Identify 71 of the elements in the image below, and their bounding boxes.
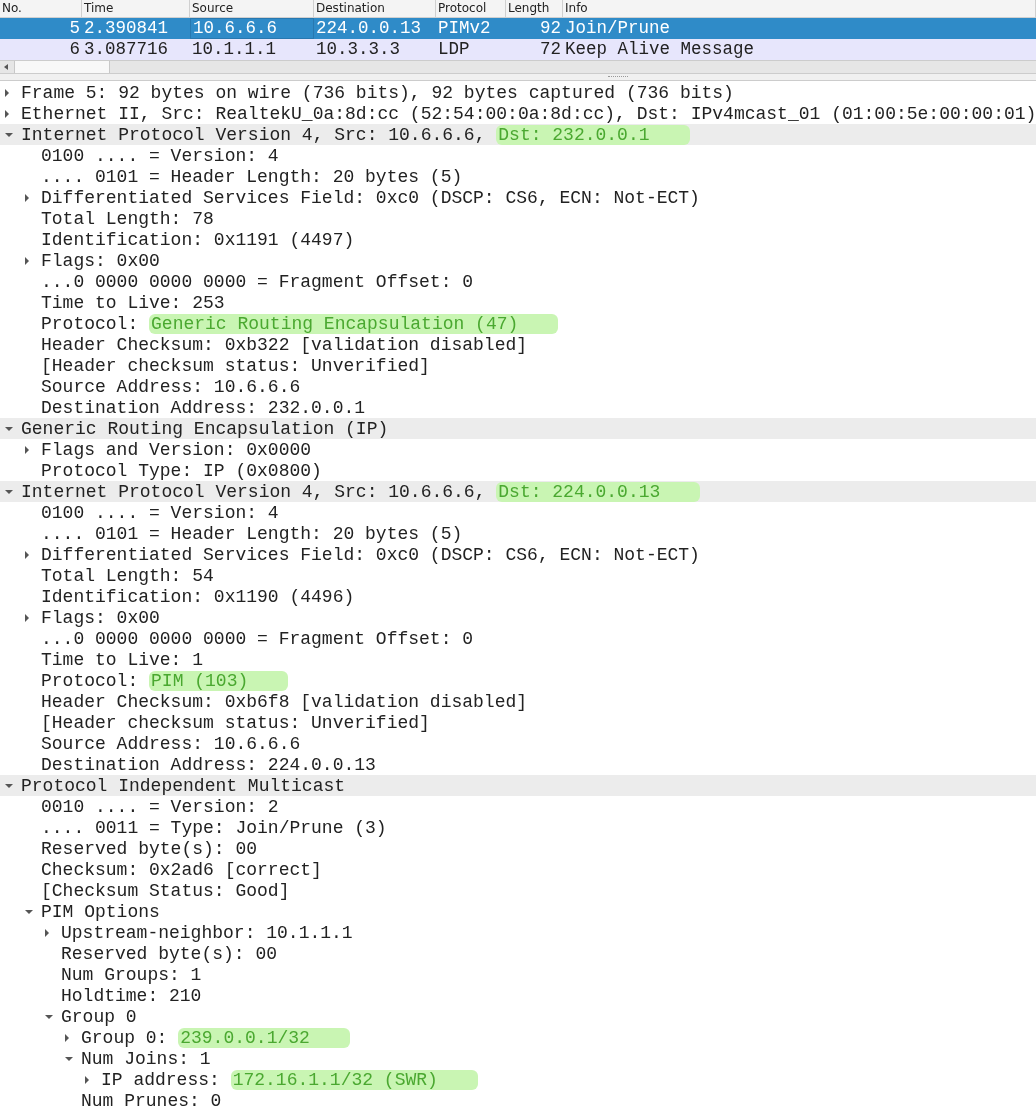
tree-item[interactable]: Differentiated Services Field: 0xc0 (DSCP: CS6, ECN: Not-ECT) [41, 544, 700, 565]
column-header[interactable]: Time [82, 0, 190, 17]
column-header[interactable]: Length [506, 0, 563, 17]
tree-item[interactable]: Source Address: 10.6.6.6 [41, 733, 301, 754]
tree-item[interactable]: 0100 .... = Version: 4 [41, 502, 279, 523]
table-cell-text: 224.0.0.13 [315, 18, 423, 39]
tree-item[interactable]: PIM Options [41, 901, 160, 922]
tree-item[interactable]: ...0 0000 0000 0000 = Fragment Offset: 0 [41, 628, 474, 649]
column-header[interactable]: Info [563, 0, 1036, 17]
scrollbar-thumb[interactable] [14, 61, 110, 73]
table-cell-text: 6 [68, 39, 81, 60]
table-cell-text: 5 [68, 18, 81, 39]
packet-row[interactable]: 5 2.390841 10.6.6.6 224.0.0.13 PIMv2 92 Join/Prune [0, 18, 1036, 39]
tree-item[interactable]: Differentiated Services Field: 0xc0 (DSCP: CS6, ECN: Not-ECT) [41, 187, 700, 208]
tree-item[interactable]: 0100 .... = Version: 4 [41, 145, 279, 166]
tree-item[interactable]: Num Joins: 1 [81, 1048, 211, 1069]
tree-item[interactable]: Reserved byte(s): 00 [61, 943, 278, 964]
tree-item[interactable]: Ethernet II, Src: RealtekU_0a:8d:cc (52:54:00:0a:8d:cc), Dst: IPv4mcast_01 (01:00:5e:00:00:01) [21, 103, 1036, 124]
tree-item[interactable]: Destination Address: 232.0.0.1 [41, 397, 366, 418]
tree-item[interactable]: Num Prunes: 0 [81, 1090, 222, 1111]
table-cell-text: 92 [539, 18, 562, 39]
tree-item[interactable]: Header Checksum: 0xb6f8 [validation disabled] [41, 691, 528, 712]
table-cell-text: 10.3.3.3 [315, 39, 401, 60]
tree-item[interactable]: Flags and Version: 0x0000 [41, 439, 312, 460]
tree-item[interactable]: .... 0011 = Type: Join/Prune (3) [41, 817, 387, 838]
table-cell-text: PIMv2 [437, 18, 492, 39]
tree-item[interactable]: Identification: 0x1190 (4496) [41, 586, 355, 607]
tree-item[interactable]: Reserved byte(s): 00 [41, 838, 258, 859]
tree-item[interactable]: Checksum: 0x2ad6 [correct] [41, 859, 322, 880]
table-cell-text: 2.390841 [83, 18, 169, 39]
packet-row[interactable]: 6 3.087716 10.1.1.1 10.3.3.3 LDP 72 Keep Alive Message [0, 39, 1036, 60]
tree-item[interactable]: Time to Live: 1 [41, 649, 204, 670]
tree-item[interactable]: Total Length: 54 [41, 565, 214, 586]
table-cell-text: 10.1.1.1 [191, 39, 277, 60]
tree-item[interactable]: .... 0101 = Header Length: 20 bytes (5) [41, 166, 463, 187]
tree-item[interactable]: ...0 0000 0000 0000 = Fragment Offset: 0 [41, 271, 474, 292]
table-cell-text: LDP [437, 39, 471, 60]
tree-item[interactable]: [Header checksum status: Unverified] [41, 355, 430, 376]
tree-item[interactable]: Flags: 0x00 [41, 607, 160, 628]
table-cell-text: Join/Prune [564, 18, 672, 39]
scroll-left-icon[interactable] [4, 64, 8, 70]
tree-item[interactable]: Identification: 0x1191 (4497) [41, 229, 355, 250]
tree-item[interactable]: Upstream-neighbor: 10.1.1.1 [61, 922, 353, 943]
column-header[interactable]: Protocol [436, 0, 506, 17]
tree-item[interactable]: 0010 .... = Version: 2 [41, 796, 279, 817]
tree-item[interactable]: Source Address: 10.6.6.6 [41, 376, 301, 397]
tree-item[interactable]: Destination Address: 224.0.0.13 [41, 754, 376, 775]
tree-item[interactable]: Num Groups: 1 [61, 964, 202, 985]
tree-item[interactable]: Frame 5: 92 bytes on wire (736 bits), 92 bytes captured (736 bits) [21, 82, 734, 103]
tree-item[interactable]: Time to Live: 253 [41, 292, 225, 313]
tree-item[interactable]: Internet Protocol Version 4, Src: 10.6.6.6, Dst: 232.0.0.1 [21, 124, 690, 145]
tree-item[interactable]: .... 0101 = Header Length: 20 bytes (5) [41, 523, 463, 544]
horizontal-scrollbar[interactable] [0, 60, 1036, 74]
tree-item[interactable]: Protocol Independent Multicast [21, 775, 346, 796]
column-header[interactable]: Source [190, 0, 314, 17]
table-cell-text: 3.087716 [83, 39, 169, 60]
tree-item[interactable]: [Header checksum status: Unverified] [41, 712, 430, 733]
tree-item[interactable]: Holdtime: 210 [61, 985, 202, 1006]
column-header[interactable]: Destination [314, 0, 436, 17]
tree-item[interactable]: Protocol Type: IP (0x0800) [41, 460, 322, 481]
table-cell: 10.6.6.6 [190, 18, 314, 39]
tree-item[interactable]: [Checksum Status: Good] [41, 880, 290, 901]
table-cell-text: 72 [539, 39, 562, 60]
tree-item[interactable]: Total Length: 78 [41, 208, 214, 229]
tree-item[interactable]: Internet Protocol Version 4, Src: 10.6.6.6, Dst: 224.0.0.13 [21, 481, 701, 502]
tree-item[interactable]: Header Checksum: 0xb322 [validation disabled] [41, 334, 528, 355]
tree-item[interactable]: Group 0 [61, 1006, 137, 1027]
column-header[interactable]: No. [0, 0, 82, 17]
tree-item[interactable]: Flags: 0x00 [41, 250, 160, 271]
tree-item[interactable]: Generic Routing Encapsulation (IP) [21, 418, 389, 439]
table-cell-text: Keep Alive Message [564, 39, 756, 60]
